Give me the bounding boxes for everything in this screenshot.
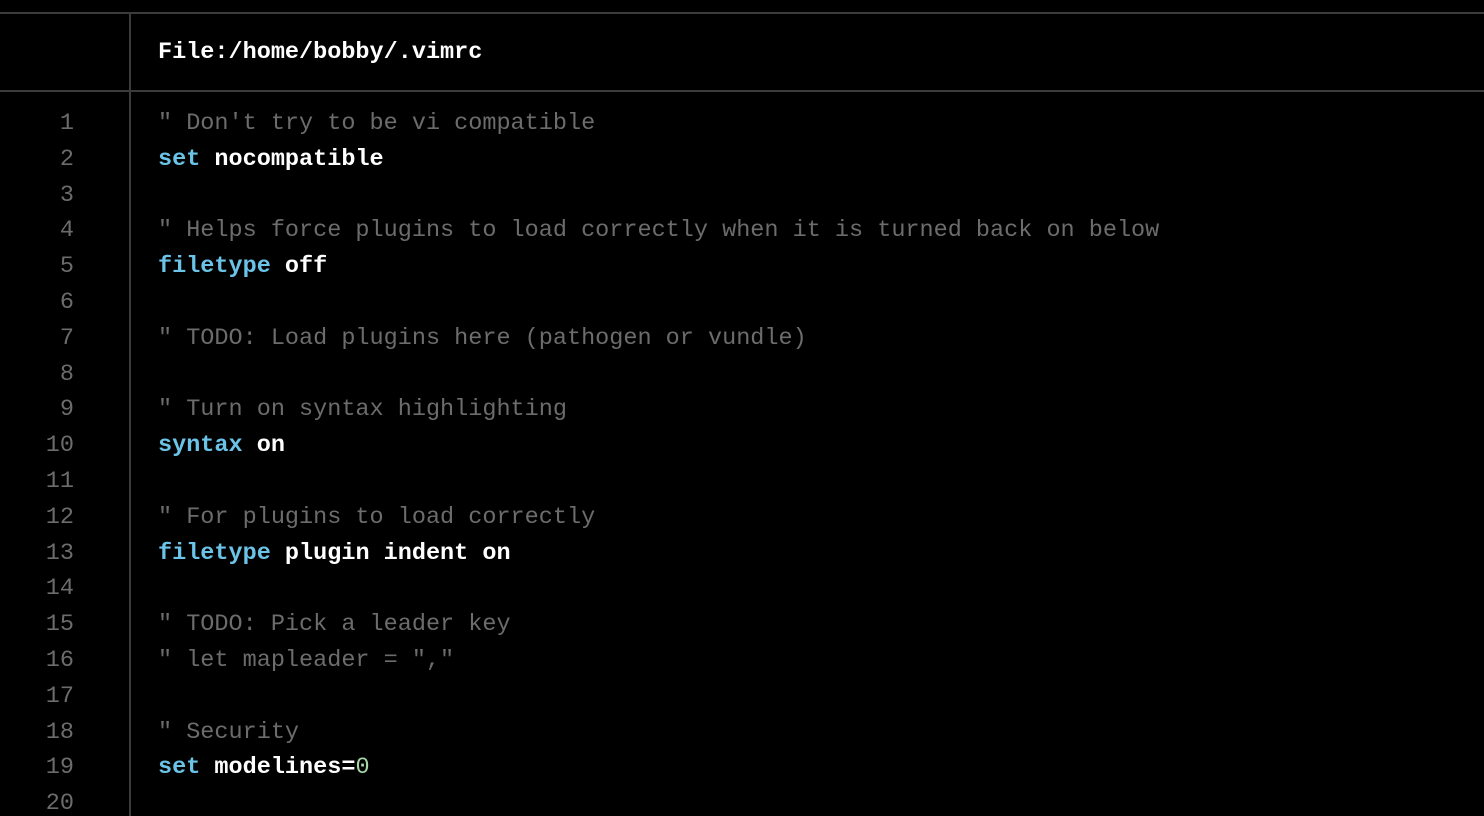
line-number: 16 [0, 643, 129, 679]
code-line[interactable] [158, 178, 1484, 214]
code-line[interactable]: " Helps force plugins to load correctly … [158, 213, 1484, 249]
line-number: 5 [0, 249, 129, 285]
line-number: 17 [0, 679, 129, 715]
file-path: /home/bobby/.vimrc [229, 39, 483, 66]
code-line[interactable]: " let mapleader = "," [158, 643, 1484, 679]
line-number: 9 [0, 392, 129, 428]
code-token: " Security [158, 719, 299, 746]
code-line[interactable]: " TODO: Load plugins here (pathogen or v… [158, 321, 1484, 357]
header-gutter [0, 14, 131, 90]
code-token: set [158, 754, 200, 781]
top-border [0, 0, 1484, 14]
code-line[interactable] [158, 786, 1484, 816]
line-number: 7 [0, 321, 129, 357]
file-label: File: [158, 39, 229, 66]
file-header-row: File: /home/bobby/.vimrc [0, 14, 1484, 90]
code-line[interactable]: " Don't try to be vi compatible [158, 106, 1484, 142]
code-line[interactable]: filetype off [158, 249, 1484, 285]
code-line[interactable]: " TODO: Pick a leader key [158, 607, 1484, 643]
code-line[interactable]: set nocompatible [158, 142, 1484, 178]
code-line[interactable]: filetype plugin indent on [158, 536, 1484, 572]
code-line[interactable] [158, 464, 1484, 500]
line-number: 18 [0, 715, 129, 751]
line-number: 14 [0, 571, 129, 607]
code-line[interactable]: syntax on [158, 428, 1484, 464]
code-line[interactable] [158, 571, 1484, 607]
code-token: " TODO: Pick a leader key [158, 611, 511, 638]
code-token: off [271, 253, 327, 280]
line-number: 12 [0, 500, 129, 536]
code-token: on [243, 432, 285, 459]
line-number: 10 [0, 428, 129, 464]
code-token: filetype [158, 253, 271, 280]
code-line[interactable] [158, 285, 1484, 321]
line-number: 15 [0, 607, 129, 643]
code-content[interactable]: " Don't try to be vi compatible set nocom… [131, 92, 1484, 816]
line-number-gutter: 1234567891011121314151617181920 [0, 92, 131, 816]
line-number: 20 [0, 786, 129, 816]
code-token: " For plugins to load correctly [158, 504, 595, 531]
code-token: " Helps force plugins to load correctly … [158, 217, 1159, 244]
code-area[interactable]: 1234567891011121314151617181920 " Don't … [0, 92, 1484, 816]
line-number: 3 [0, 178, 129, 214]
code-token: set [158, 146, 200, 173]
line-number: 11 [0, 464, 129, 500]
code-line[interactable]: " Security [158, 715, 1484, 751]
code-token: plugin indent on [271, 540, 511, 567]
code-line[interactable] [158, 679, 1484, 715]
file-viewer: File: /home/bobby/.vimrc 123456789101112… [0, 0, 1484, 816]
code-token: nocompatible [200, 146, 383, 173]
line-number: 1 [0, 106, 129, 142]
line-number: 6 [0, 285, 129, 321]
line-number: 13 [0, 536, 129, 572]
line-number: 8 [0, 357, 129, 393]
code-line[interactable] [158, 357, 1484, 393]
line-number: 4 [0, 213, 129, 249]
file-header: File: /home/bobby/.vimrc [131, 14, 482, 90]
code-token: filetype [158, 540, 271, 567]
code-token: " TODO: Load plugins here (pathogen or v… [158, 325, 807, 352]
code-token: modelines= [200, 754, 355, 781]
code-line[interactable]: " Turn on syntax highlighting [158, 392, 1484, 428]
code-token: syntax [158, 432, 243, 459]
code-token: " Don't try to be vi compatible [158, 110, 595, 137]
code-line[interactable]: " For plugins to load correctly [158, 500, 1484, 536]
line-number: 19 [0, 750, 129, 786]
code-token: " let mapleader = "," [158, 647, 454, 674]
code-line[interactable]: set modelines=0 [158, 750, 1484, 786]
line-number: 2 [0, 142, 129, 178]
code-token: 0 [355, 754, 369, 781]
code-token: " Turn on syntax highlighting [158, 396, 567, 423]
